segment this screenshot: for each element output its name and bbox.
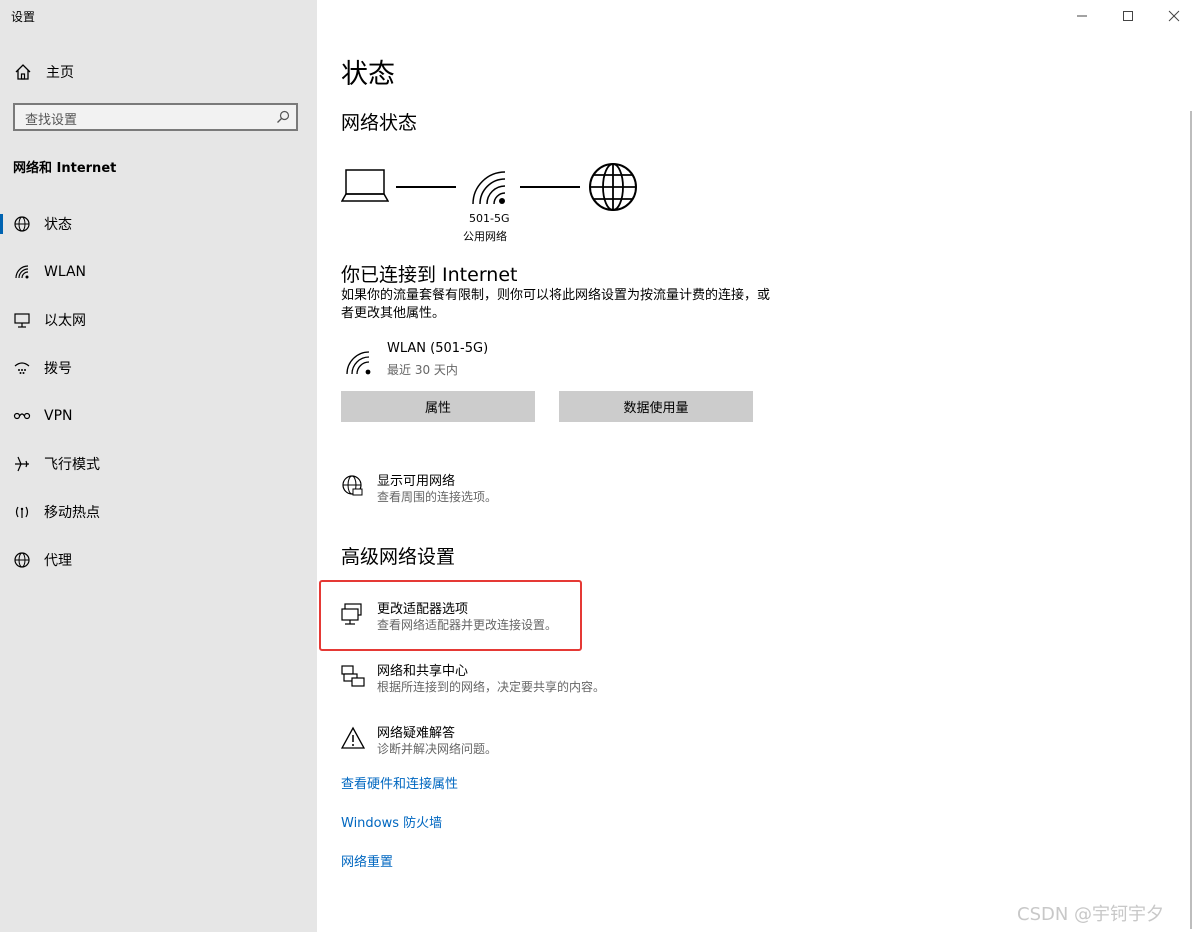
airplane-icon — [12, 454, 32, 474]
connection-line — [396, 186, 456, 188]
connection-line — [520, 186, 580, 188]
globe-status-icon — [12, 214, 32, 234]
sidebar-item-vpn[interactable]: VPN — [0, 398, 317, 434]
show-networks-option[interactable]: 显示可用网络 查看周围的连接选项。 — [341, 470, 641, 510]
sidebar: 设置 主页 查找设置 网络和 Internet 状态 WLAN 以太网 拨号 V… — [0, 0, 317, 932]
sidebar-item-label: 移动热点 — [44, 505, 100, 521]
minimize-icon — [1077, 15, 1087, 17]
maximize-icon — [1123, 11, 1133, 21]
warning-icon — [341, 726, 365, 749]
sidebar-item-label: 代理 — [44, 553, 72, 569]
network-status-heading: 网络状态 — [341, 112, 418, 134]
sharing-center-option[interactable]: 网络和共享中心 根据所连接到的网络，决定要共享的内容。 — [341, 660, 641, 700]
network-name: 501-5G — [469, 212, 510, 225]
sidebar-home[interactable]: 主页 — [14, 62, 74, 82]
ethernet-icon — [12, 310, 32, 330]
watermark: CSDN @宇钶宇夕 — [1017, 904, 1165, 925]
wifi-connection-icon — [346, 351, 371, 375]
option-description: 根据所连接到的网络，决定要共享的内容。 — [377, 680, 606, 694]
search-icon — [277, 110, 290, 123]
option-description: 诊断并解决网络问题。 — [377, 742, 498, 756]
section-label: 网络和 Internet — [13, 161, 117, 176]
minimize-button[interactable] — [1072, 6, 1092, 26]
data-usage-button[interactable]: 数据使用量 — [559, 391, 753, 422]
wifi-signal-icon — [472, 171, 506, 205]
option-title: 显示可用网络 — [377, 474, 456, 489]
option-title: 网络疑难解答 — [377, 726, 456, 741]
sidebar-item-label: WLAN — [44, 264, 87, 280]
network-reset-link[interactable]: 网络重置 — [341, 851, 393, 870]
vpn-icon — [12, 406, 32, 426]
properties-button[interactable]: 属性 — [341, 391, 535, 422]
dialup-icon — [12, 358, 32, 378]
internet-globe-icon — [589, 163, 637, 211]
close-icon — [1168, 10, 1180, 22]
maximize-button[interactable] — [1118, 6, 1138, 26]
wifi-icon — [12, 262, 32, 282]
troubleshoot-option[interactable]: 网络疑难解答 诊断并解决网络问题。 — [341, 722, 581, 762]
search-placeholder: 查找设置 — [25, 113, 78, 128]
sidebar-item-label: VPN — [44, 408, 73, 424]
sidebar-item-hotspot[interactable]: 移动热点 — [0, 494, 317, 530]
network-type: 公用网络 — [463, 230, 507, 243]
hardware-properties-link[interactable]: 查看硬件和连接属性 — [341, 773, 458, 792]
sidebar-item-status[interactable]: 状态 — [0, 206, 317, 242]
hotspot-icon — [12, 502, 32, 522]
sidebar-item-wlan[interactable]: WLAN — [0, 254, 317, 290]
advanced-heading: 高级网络设置 — [341, 546, 456, 568]
sidebar-item-proxy[interactable]: 代理 — [0, 542, 317, 578]
sidebar-item-dialup[interactable]: 拨号 — [0, 350, 317, 386]
highlight-box — [319, 580, 582, 651]
search-input[interactable]: 查找设置 — [13, 103, 298, 131]
scrollbar[interactable] — [1190, 111, 1192, 929]
page-title: 状态 — [341, 59, 395, 90]
sharing-center-icon — [341, 665, 365, 687]
connection-detail: 最近 30 天内 — [387, 363, 458, 377]
sidebar-item-label: 飞行模式 — [44, 457, 100, 473]
sidebar-item-airplane[interactable]: 飞行模式 — [0, 446, 317, 482]
connected-description: 如果你的流量套餐有限制，则你可以将此网络设置为按流量计费的连接，或者更改其他属性… — [341, 288, 771, 321]
option-title: 网络和共享中心 — [377, 664, 469, 679]
sidebar-item-label: 以太网 — [44, 313, 86, 329]
window-title: 设置 — [11, 10, 36, 24]
close-button[interactable] — [1164, 6, 1184, 26]
sidebar-item-label: 拨号 — [44, 361, 72, 377]
active-indicator — [0, 214, 3, 234]
sidebar-home-label: 主页 — [46, 65, 74, 81]
laptop-icon — [341, 169, 389, 202]
globe-icon — [12, 550, 32, 570]
sidebar-item-ethernet[interactable]: 以太网 — [0, 302, 317, 338]
firewall-link[interactable]: Windows 防火墙 — [341, 812, 442, 831]
home-icon — [15, 64, 31, 80]
globe-network-icon — [342, 475, 363, 496]
option-description: 查看周围的连接选项。 — [377, 490, 498, 504]
connected-heading: 你已连接到 Internet — [341, 264, 518, 286]
sidebar-item-label: 状态 — [44, 217, 72, 233]
connection-name: WLAN (501-5G) — [387, 341, 489, 356]
